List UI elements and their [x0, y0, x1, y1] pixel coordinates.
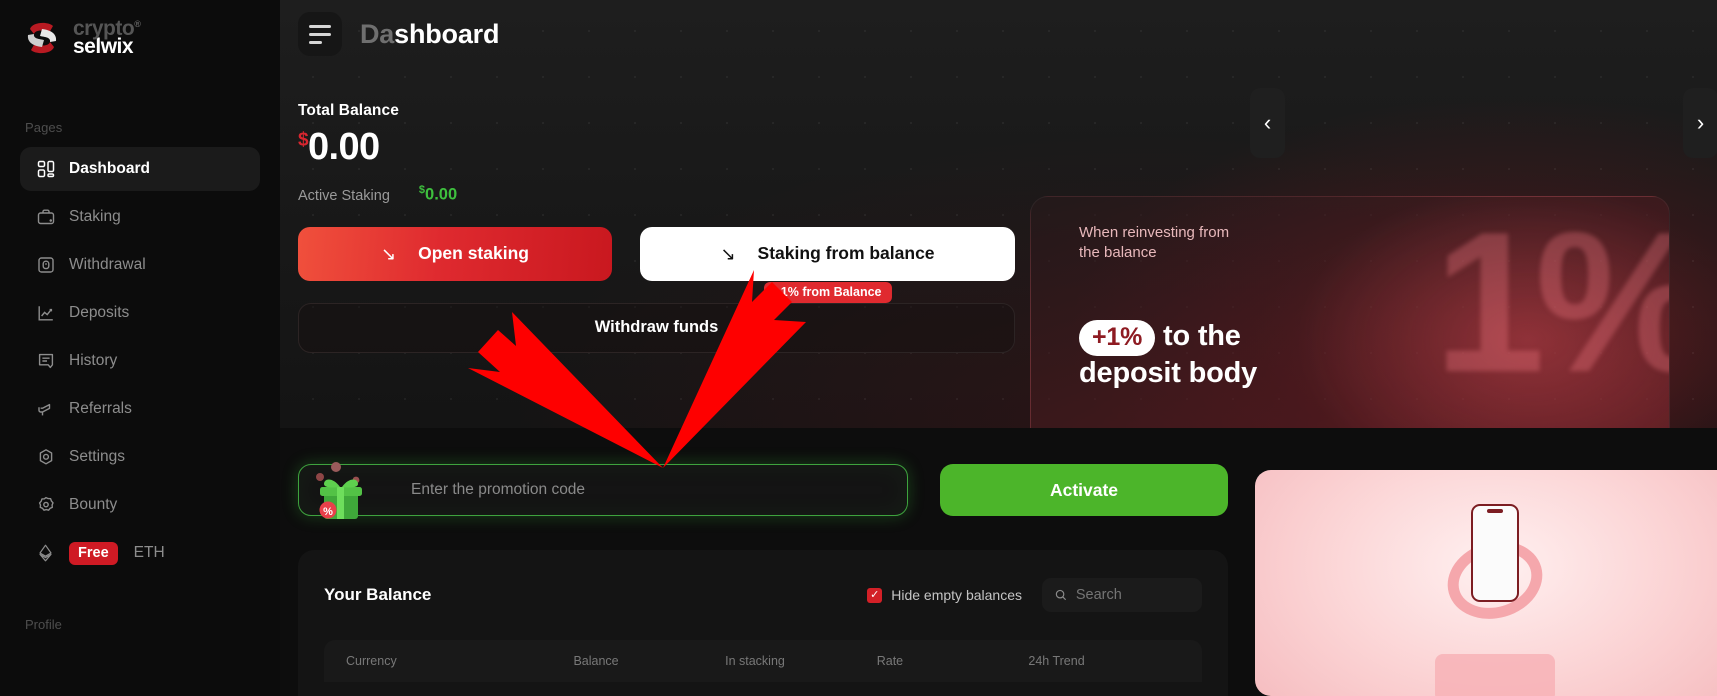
main-content: Dashboard Total Balance $0.00 Active Sta… [280, 0, 1717, 696]
sidebar-item-withdrawal[interactable]: Withdrawal [20, 243, 260, 287]
free-badge: Free [69, 541, 118, 565]
sidebar-item-referrals[interactable]: Referrals [20, 387, 260, 431]
app-root: crypto® selwix Pages Dashboard Staking W… [0, 0, 1717, 696]
column-header: Balance [573, 654, 619, 668]
sidebar-item-label: Dashboard [69, 160, 150, 177]
page-title: Dashboard [360, 19, 499, 50]
active-staking-number: 0.00 [425, 185, 458, 204]
grid-icon [36, 160, 55, 179]
hide-empty-balances-label: Hide empty balances [891, 587, 1022, 603]
promo-carousel-slide[interactable] [1255, 470, 1717, 696]
logo-mark-icon [22, 18, 62, 58]
brand-registered-mark: ® [134, 19, 141, 30]
your-balance-panel: Your Balance ✓ Hide empty balances Searc… [298, 550, 1228, 696]
promo-headline-line1: to the [1163, 320, 1241, 352]
search-icon [1055, 589, 1067, 601]
arrow-down-right-icon: ↘ [381, 243, 397, 264]
sidebar-item-settings[interactable]: Settings [20, 435, 260, 479]
column-header: 24h Trend [1028, 654, 1085, 668]
column-header: Currency [346, 654, 397, 668]
sidebar-item-bounty[interactable]: Bounty [20, 483, 260, 527]
sidebar-item-label: Referrals [69, 400, 132, 417]
ethereum-icon [36, 544, 55, 563]
promocode-input-wrap: % [298, 462, 908, 519]
staking-from-balance-button[interactable]: ↘ Staking from balance +1% from Balance [640, 226, 1015, 303]
total-balance-label: Total Balance [298, 102, 399, 119]
hero-section: Dashboard Total Balance $0.00 Active Sta… [280, 0, 1717, 428]
sidebar-item-history[interactable]: History [20, 339, 260, 383]
column-header: In stacking [725, 654, 785, 668]
arrow-down-right-icon: ↘ [720, 243, 736, 264]
carousel-next-button[interactable]: › [1683, 88, 1717, 158]
your-balance-controls: ✓ Hide empty balances [867, 578, 1202, 612]
balance-table-header: Currency Balance In stacking Rate 24h Tr… [324, 640, 1202, 682]
carousel-prev-button[interactable]: ‹ [1250, 88, 1285, 158]
your-balance-title: Your Balance [324, 585, 432, 604]
sidebar-item-label: Withdrawal [69, 256, 146, 273]
atm-icon [36, 256, 55, 275]
from-balance-badge: +1% from Balance [763, 281, 892, 303]
total-balance-value: $0.00 [298, 128, 1717, 166]
sidebar-item-label: Bounty [69, 496, 118, 513]
sidebar: crypto® selwix Pages Dashboard Staking W… [0, 0, 280, 696]
sidebar-item-label: History [69, 352, 118, 369]
podium-graphic [1435, 654, 1555, 696]
staking-from-balance-label: Staking from balance [757, 243, 935, 263]
search-input[interactable] [1075, 587, 1189, 603]
checkbox-checked-icon[interactable]: ✓ [867, 587, 883, 603]
page-title-bright: shboard [394, 18, 500, 49]
gear-icon [36, 448, 55, 467]
active-staking-value: $0.00 [419, 184, 457, 205]
promo-headline-line2: deposit body [1079, 356, 1258, 389]
top-bar: Dashboard [280, 0, 1717, 56]
open-staking-label: Open staking [418, 243, 529, 263]
balance-block: Total Balance $0.00 Active Staking $0.00 [280, 56, 1717, 205]
percent-pill: +1% [1079, 320, 1156, 356]
withdraw-funds-button[interactable]: Withdraw funds [298, 302, 1015, 353]
megaphone-icon [36, 400, 55, 419]
page-title-dim: Da [360, 18, 395, 49]
hamburger-icon[interactable] [298, 12, 342, 56]
sidebar-item-staking[interactable]: Staking [20, 195, 260, 239]
column-header: Rate [876, 654, 904, 668]
badge-icon [36, 496, 55, 515]
receipt-icon [36, 352, 55, 371]
balance-search-box[interactable] [1042, 578, 1202, 612]
eth-label: ETH [133, 544, 165, 561]
phone-graphic [1471, 504, 1519, 602]
promocode-input[interactable] [298, 464, 908, 516]
currency-symbol: $ [298, 129, 309, 151]
action-button-row: ↘ Open staking ↘ Staking from balance +1… [280, 226, 1717, 303]
sidebar-item-label: Deposits [69, 304, 130, 321]
sidebar-item-deposits[interactable]: Deposits [20, 291, 260, 335]
sidebar-item-dashboard[interactable]: Dashboard [20, 147, 260, 191]
brand-name-top: crypto [73, 17, 135, 41]
chart-line-icon [36, 304, 55, 323]
sidebar-item-label: Settings [69, 448, 126, 465]
active-staking-label: Active Staking [298, 187, 390, 204]
open-staking-button[interactable]: ↘ Open staking [298, 226, 612, 281]
total-balance-number: 0.00 [307, 126, 380, 168]
sidebar-item-free-eth[interactable]: Free ETH [20, 531, 260, 575]
hide-empty-balances-toggle[interactable]: ✓ Hide empty balances [867, 587, 1022, 603]
promo-headline: +1% to the deposit body [1079, 319, 1257, 391]
withdraw-funds-label: Withdraw funds [594, 318, 719, 336]
brand-logo[interactable]: crypto® selwix [0, 0, 280, 58]
sidebar-section-profile: Profile [25, 617, 62, 632]
activate-button[interactable]: Activate [940, 464, 1228, 516]
briefcase-icon [36, 208, 55, 227]
sidebar-item-label: Staking [69, 208, 121, 225]
your-balance-header: Your Balance ✓ Hide empty balances [324, 578, 1202, 612]
sidebar-section-pages: Pages [25, 120, 63, 135]
